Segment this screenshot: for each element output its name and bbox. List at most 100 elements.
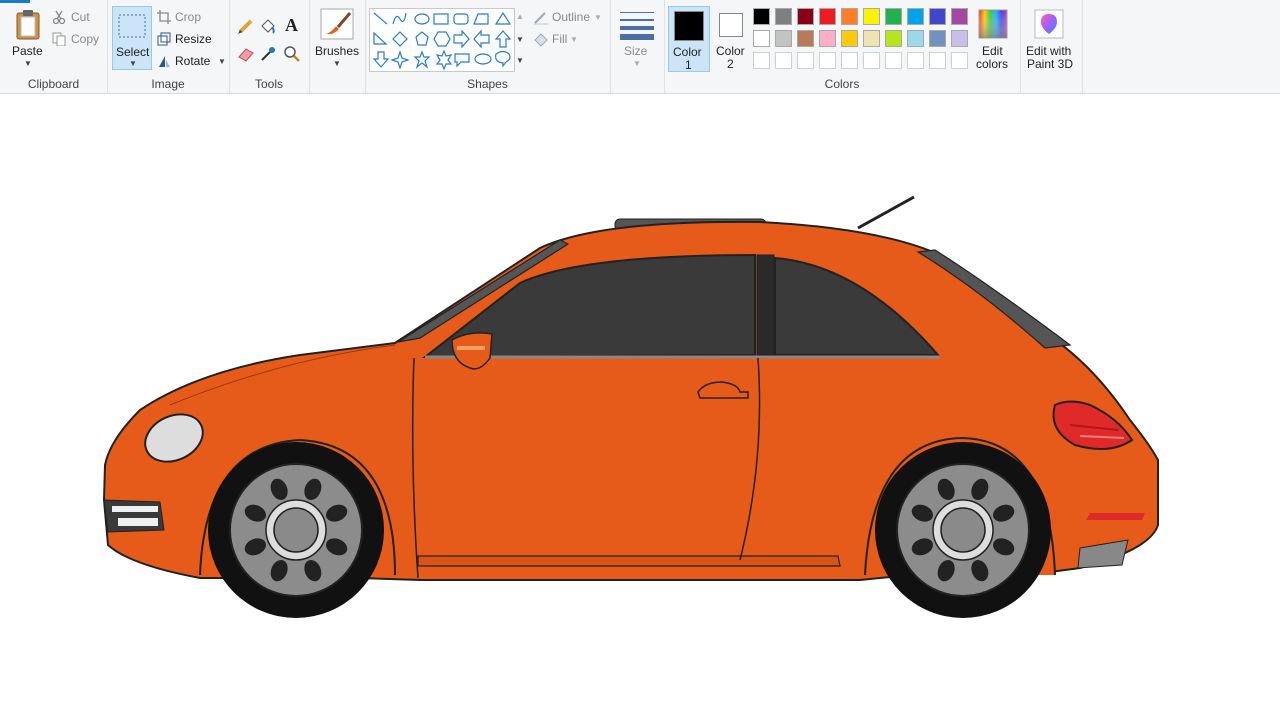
color-swatch[interactable] bbox=[907, 8, 924, 25]
scroll-up-icon[interactable]: ▲ bbox=[516, 12, 524, 21]
expand-gallery-icon[interactable]: ▼ bbox=[516, 56, 524, 65]
color2-label-a: Color bbox=[716, 44, 745, 58]
rotate-icon bbox=[159, 56, 170, 67]
size-label: Size bbox=[624, 44, 648, 58]
color-swatch[interactable] bbox=[819, 8, 836, 25]
copy-button[interactable]: Copy bbox=[52, 31, 102, 47]
outline-button[interactable]: Outline ▼ bbox=[533, 9, 605, 25]
resize-label: Resize bbox=[175, 32, 212, 46]
color-swatch[interactable] bbox=[797, 30, 814, 47]
brushes-group: Brushes ▼ bbox=[309, 0, 366, 93]
color1-button[interactable]: Color 1 bbox=[668, 6, 710, 72]
color-swatch[interactable] bbox=[863, 8, 880, 25]
color-swatch[interactable] bbox=[797, 52, 814, 69]
color-swatch[interactable] bbox=[841, 52, 858, 69]
copy-label: Copy bbox=[71, 32, 100, 46]
selection-icon bbox=[118, 14, 146, 38]
color2-button[interactable]: Color 2 bbox=[713, 6, 751, 72]
brush-icon bbox=[320, 8, 354, 40]
clipboard-group-label: Clipboard bbox=[27, 77, 80, 91]
color1-swatch bbox=[674, 11, 704, 41]
paint3d-label-b: Paint 3D bbox=[1027, 57, 1074, 71]
color-swatch[interactable] bbox=[819, 30, 836, 47]
line-size-icon bbox=[620, 12, 654, 40]
brushes-button[interactable]: Brushes ▼ bbox=[313, 6, 361, 70]
shapes-scrollbar[interactable]: ▲ ▼ ▼ bbox=[514, 8, 525, 70]
color-swatch[interactable] bbox=[863, 52, 880, 69]
size-group: Size ▼ bbox=[610, 0, 665, 93]
brushes-dropdown-icon[interactable]: ▼ bbox=[333, 59, 341, 68]
fill-bucket-icon[interactable] bbox=[259, 17, 277, 35]
color-swatch[interactable] bbox=[907, 52, 924, 69]
color-swatch[interactable] bbox=[775, 8, 792, 25]
paste-button[interactable]: Paste ▼ bbox=[8, 6, 48, 70]
crop-button[interactable]: Crop bbox=[157, 9, 225, 25]
eraser-icon[interactable] bbox=[237, 45, 255, 63]
size-button[interactable]: Size ▼ bbox=[614, 6, 660, 70]
resize-icon bbox=[157, 32, 171, 46]
clipboard-icon bbox=[16, 10, 40, 40]
select-button[interactable]: Select ▼ bbox=[112, 6, 152, 70]
outline-icon bbox=[534, 12, 548, 25]
fill-button[interactable]: Fill ▼ bbox=[533, 31, 605, 47]
color-swatch[interactable] bbox=[775, 30, 792, 47]
edit-colors-label-a: Edit bbox=[982, 44, 1003, 58]
cut-label: Cut bbox=[71, 10, 90, 24]
resize-button[interactable]: Resize bbox=[157, 31, 225, 47]
color-swatch[interactable] bbox=[951, 8, 968, 25]
color-swatch[interactable] bbox=[841, 30, 858, 47]
color1-label-a: Color bbox=[673, 45, 702, 59]
color-swatch[interactable] bbox=[929, 52, 946, 69]
outline-dropdown-icon[interactable]: ▼ bbox=[594, 13, 602, 22]
shapes-icons bbox=[372, 11, 512, 71]
color-swatch[interactable] bbox=[951, 30, 968, 47]
copy-icon bbox=[52, 32, 66, 46]
rotate-label: Rotate bbox=[175, 54, 211, 68]
paste-dropdown-icon[interactable]: ▼ bbox=[24, 59, 32, 68]
color-picker-icon[interactable] bbox=[259, 45, 277, 63]
shapes-gallery[interactable] bbox=[369, 8, 515, 72]
color-swatch[interactable] bbox=[929, 30, 946, 47]
magnifier-icon[interactable] bbox=[283, 45, 301, 63]
edit-colors-button[interactable]: Edit colors bbox=[972, 6, 1016, 72]
size-dropdown-icon[interactable]: ▼ bbox=[633, 59, 641, 68]
edit-with-paint3d-button[interactable]: Edit with Paint 3D bbox=[1022, 6, 1080, 72]
fill-dropdown-icon[interactable]: ▼ bbox=[570, 35, 578, 44]
color-swatch[interactable] bbox=[819, 52, 836, 69]
color2-swatch bbox=[719, 13, 743, 37]
color1-label-b: 1 bbox=[685, 58, 692, 72]
color-swatch[interactable] bbox=[753, 8, 770, 25]
tools-group: A Tools bbox=[229, 0, 310, 93]
color-swatch[interactable] bbox=[863, 30, 880, 47]
cut-button[interactable]: Cut bbox=[52, 9, 102, 25]
shapes-group: ▲ ▼ ▼ Outline ▼ Fill ▼ Shapes bbox=[365, 0, 611, 93]
color-swatch[interactable] bbox=[775, 52, 792, 69]
color-swatch[interactable] bbox=[753, 52, 770, 69]
color-swatch[interactable] bbox=[753, 30, 770, 47]
color-swatch[interactable] bbox=[885, 52, 902, 69]
brushes-label: Brushes bbox=[315, 44, 360, 58]
paint3d-label-a: Edit with bbox=[1026, 44, 1072, 58]
select-dropdown-icon[interactable]: ▼ bbox=[129, 59, 137, 68]
tools-group-label: Tools bbox=[254, 77, 283, 91]
pencil-icon[interactable] bbox=[237, 17, 255, 35]
color-swatch[interactable] bbox=[929, 8, 946, 25]
colors-group-label: Colors bbox=[824, 77, 860, 91]
color-swatch[interactable] bbox=[841, 8, 858, 25]
fill-icon bbox=[534, 33, 548, 47]
rear-hub-cap bbox=[940, 507, 986, 553]
color-swatch[interactable] bbox=[885, 30, 902, 47]
image-group-label: Image bbox=[151, 77, 185, 91]
color-swatch[interactable] bbox=[951, 52, 968, 69]
scroll-down-icon[interactable]: ▼ bbox=[516, 35, 524, 44]
color-swatch[interactable] bbox=[797, 8, 814, 25]
drawing-canvas[interactable] bbox=[0, 94, 1280, 720]
fill-label: Fill bbox=[552, 32, 568, 46]
rotate-dropdown-icon[interactable]: ▼ bbox=[218, 57, 226, 66]
paint3d-group: Edit with Paint 3D bbox=[1020, 0, 1083, 93]
rotate-button[interactable]: Rotate ▼ bbox=[157, 53, 226, 69]
color2-label-b: 2 bbox=[727, 57, 734, 71]
color-swatch[interactable] bbox=[907, 30, 924, 47]
text-tool-icon[interactable]: A bbox=[285, 15, 298, 36]
color-swatch[interactable] bbox=[885, 8, 902, 25]
